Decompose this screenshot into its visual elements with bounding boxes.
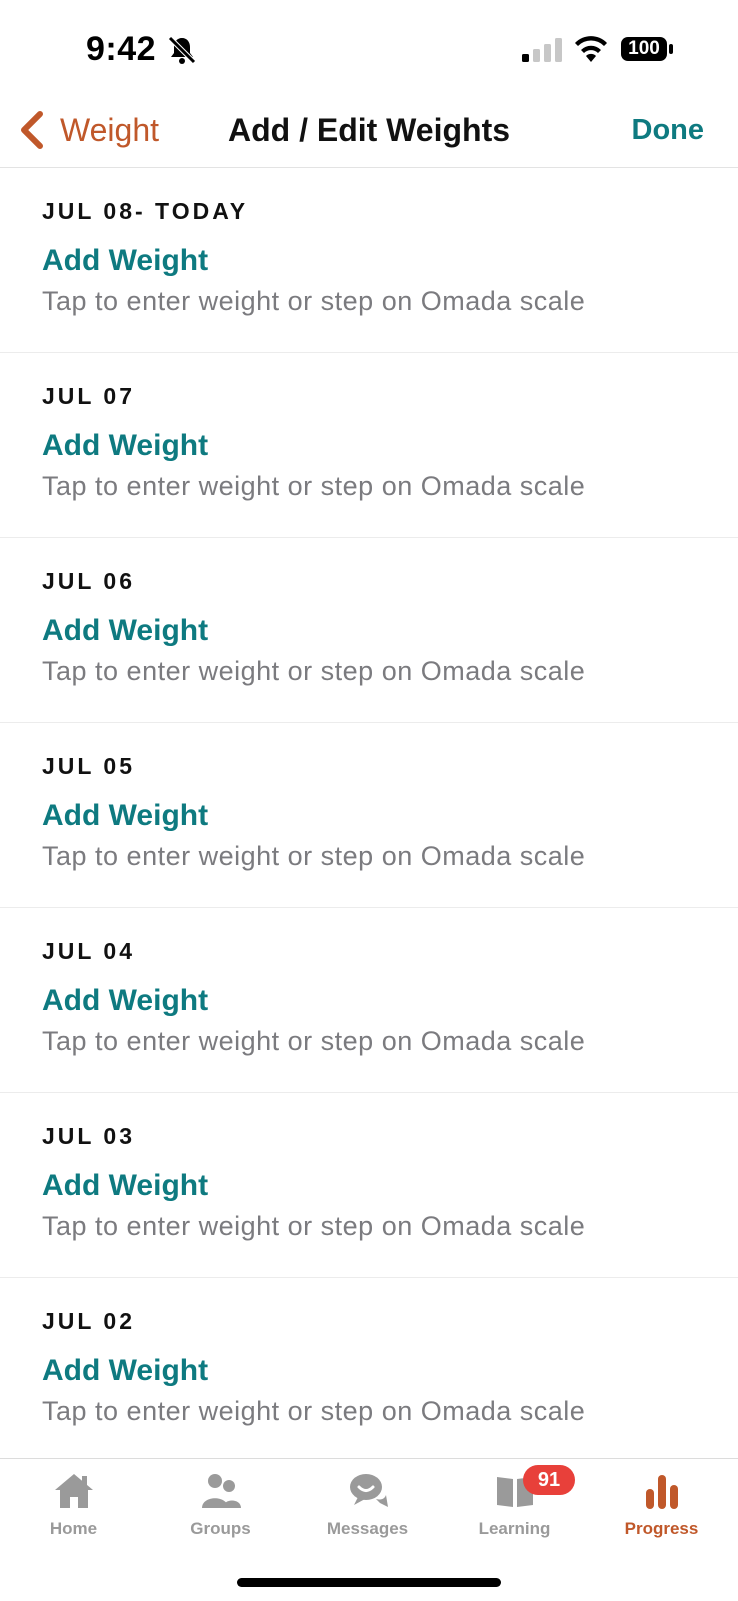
- entry-date: JUL 07: [42, 383, 136, 409]
- weight-entry-row[interactable]: JUL 06 Add Weight Tap to enter weight or…: [0, 538, 738, 723]
- weight-entry-row[interactable]: JUL 05 Add Weight Tap to enter weight or…: [0, 723, 738, 908]
- entry-hint: Tap to enter weight or step on Omada sca…: [42, 471, 586, 501]
- weight-entry-row[interactable]: JUL 02 Add Weight Tap to enter weight or…: [0, 1278, 738, 1458]
- navigation-bar: Weight Add / Edit Weights Done: [0, 100, 738, 168]
- status-bar: 9:42 100: [0, 0, 738, 100]
- battery-level: 100: [628, 38, 660, 59]
- home-indicator: [237, 1578, 501, 1587]
- tab-messages[interactable]: Messages: [294, 1469, 441, 1549]
- weight-entry-row[interactable]: JUL 08- TODAY Add Weight Tap to enter we…: [0, 168, 738, 353]
- bell-slash-icon: [168, 36, 196, 64]
- messages-icon: [349, 1474, 388, 1507]
- weight-entry-row[interactable]: JUL 04 Add Weight Tap to enter weight or…: [0, 908, 738, 1093]
- weight-entry-row[interactable]: JUL 03 Add Weight Tap to enter weight or…: [0, 1093, 738, 1278]
- entry-hint: Tap to enter weight or step on Omada sca…: [42, 286, 586, 316]
- add-weight-link[interactable]: Add Weight: [42, 984, 208, 1018]
- status-time: 9:42: [86, 30, 157, 68]
- tab-progress[interactable]: Progress: [588, 1469, 735, 1549]
- add-weight-link[interactable]: Add Weight: [42, 1169, 208, 1203]
- tab-groups[interactable]: Groups: [147, 1469, 294, 1549]
- add-weight-link[interactable]: Add Weight: [42, 799, 208, 833]
- entry-hint: Tap to enter weight or step on Omada sca…: [42, 656, 586, 686]
- signal-icon: [522, 38, 562, 62]
- entry-date: JUL 03: [42, 1123, 136, 1149]
- page-title: Add / Edit Weights: [227, 112, 511, 148]
- entry-date: JUL 02: [42, 1308, 136, 1334]
- tab-label: Home: [49, 1519, 98, 1538]
- bar-chart-icon: [645, 1475, 678, 1509]
- groups-icon: [201, 1474, 241, 1508]
- tab-label: Messages: [326, 1519, 409, 1538]
- tab-home[interactable]: Home: [0, 1469, 147, 1549]
- battery-icon: 100: [620, 36, 674, 62]
- tab-label: Groups: [190, 1519, 251, 1538]
- tab-label: Learning: [478, 1519, 551, 1538]
- entry-hint: Tap to enter weight or step on Omada sca…: [42, 1026, 586, 1056]
- home-icon: [54, 1474, 93, 1508]
- wifi-icon: [575, 36, 607, 62]
- tab-learning[interactable]: 91 Learning: [441, 1465, 588, 1549]
- tab-label: Progress: [624, 1519, 699, 1538]
- add-weight-link[interactable]: Add Weight: [42, 244, 208, 278]
- add-weight-link[interactable]: Add Weight: [42, 614, 208, 648]
- weight-entry-row[interactable]: JUL 07 Add Weight Tap to enter weight or…: [0, 353, 738, 538]
- add-weight-link[interactable]: Add Weight: [42, 1354, 208, 1388]
- entry-date: JUL 04: [42, 938, 136, 964]
- entry-date: JUL 08- TODAY: [42, 198, 249, 224]
- notification-badge: 91: [523, 1465, 575, 1495]
- entry-hint: Tap to enter weight or step on Omada sca…: [42, 1211, 586, 1241]
- entry-hint: Tap to enter weight or step on Omada sca…: [42, 841, 586, 871]
- done-button[interactable]: Done: [632, 114, 705, 147]
- entry-date: JUL 05: [42, 753, 136, 779]
- entry-date: JUL 06: [42, 568, 136, 594]
- entry-hint: Tap to enter weight or step on Omada sca…: [42, 1396, 586, 1426]
- add-weight-link[interactable]: Add Weight: [42, 429, 208, 463]
- weight-entry-list: JUL 08- TODAY Add Weight Tap to enter we…: [0, 168, 738, 1458]
